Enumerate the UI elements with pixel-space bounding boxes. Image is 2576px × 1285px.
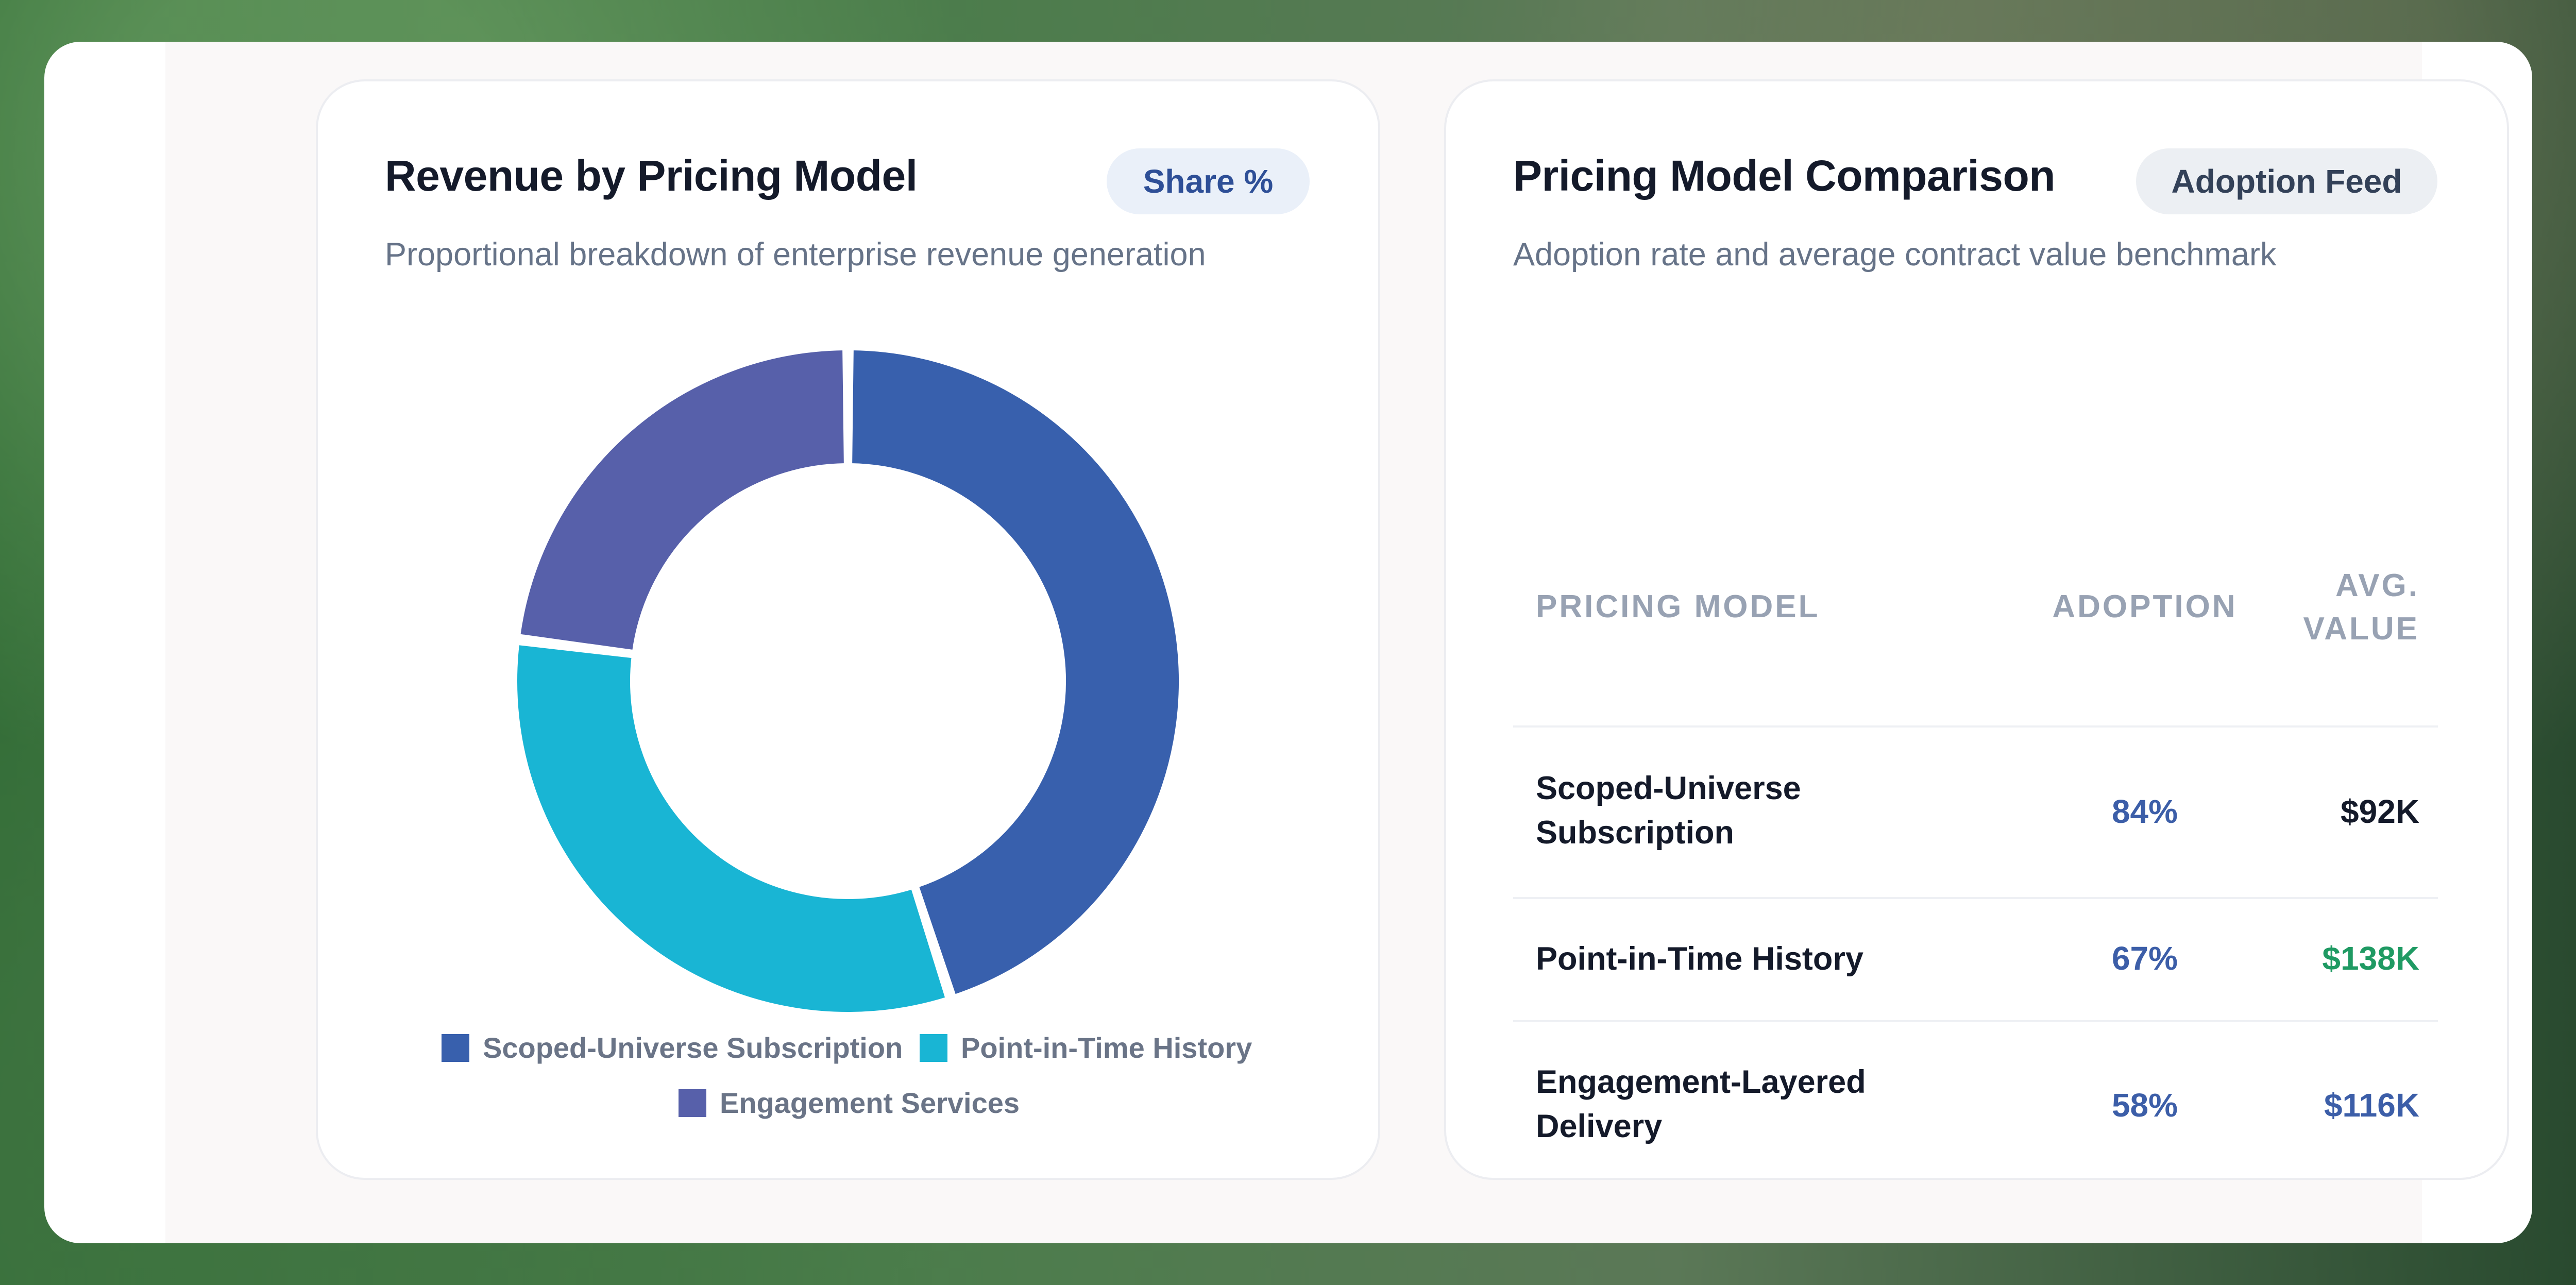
row-3-model-line1: Engagement-Layered — [1536, 1064, 1866, 1100]
legend-swatch-point-in-time — [920, 1034, 947, 1062]
row-1-model-line2: Subscription — [1536, 815, 1735, 851]
table-header-divider — [1513, 725, 2438, 728]
donut-slice-point-in-time[interactable] — [514, 641, 948, 1015]
legend-item-scoped-universe[interactable]: Scoped-Universe Subscription — [442, 1031, 903, 1064]
dashboard-content: Revenue by Pricing Model Share % Proport… — [165, 42, 2509, 1243]
row-3-adoption: 58% — [2111, 1087, 2178, 1124]
revenue-chart-card: Revenue by Pricing Model Share % Proport… — [316, 79, 1380, 1180]
legend-swatch-scoped-universe — [442, 1034, 469, 1062]
comparison-card-title: Pricing Model Comparison — [1513, 151, 2056, 200]
row-1-avg-value: $92K — [2341, 793, 2419, 830]
table-row-divider — [1513, 1020, 2438, 1022]
row-2-adoption: 67% — [2111, 940, 2178, 977]
row-2-avg-value: $138K — [2322, 940, 2419, 977]
column-header-pricing-model: PRICING MODEL — [1536, 589, 1820, 624]
legend-item-engagement-services[interactable]: Engagement Services — [679, 1086, 1020, 1120]
comparison-table-card: Pricing Model Comparison Adoption Feed A… — [1444, 79, 2509, 1180]
legend-label-point-in-time: Point-in-Time History — [961, 1032, 1252, 1064]
legend-label-engagement-services: Engagement Services — [720, 1087, 1020, 1119]
column-header-avg-value-line1: AVG. — [2335, 568, 2419, 603]
legend-label-scoped-universe: Scoped-Universe Subscription — [483, 1032, 903, 1064]
row-3-avg-value: $116K — [2324, 1087, 2419, 1124]
legend-swatch-engagement-services — [679, 1089, 706, 1117]
table-row-divider — [1513, 897, 2438, 899]
dashboard-panel: Revenue by Pricing Model Share % Proport… — [44, 42, 2532, 1243]
row-2-model: Point-in-Time History — [1536, 941, 1863, 977]
donut-chart — [514, 347, 1182, 1015]
comparison-card-subtitle: Adoption rate and average contract value… — [1513, 236, 2277, 273]
column-header-adoption: ADOPTION — [2052, 589, 2238, 624]
row-1-adoption: 84% — [2111, 793, 2178, 830]
legend-item-point-in-time[interactable]: Point-in-Time History — [920, 1031, 1252, 1064]
column-header-avg-value-line2: VALUE — [2303, 611, 2419, 647]
adoption-feed-badge[interactable]: Adoption Feed — [2136, 148, 2437, 214]
row-3-model-line2: Delivery — [1536, 1108, 1663, 1144]
row-1-model-line1: Scoped-Universe — [1536, 770, 1801, 806]
donut-slice-engagement-services[interactable] — [517, 347, 847, 653]
